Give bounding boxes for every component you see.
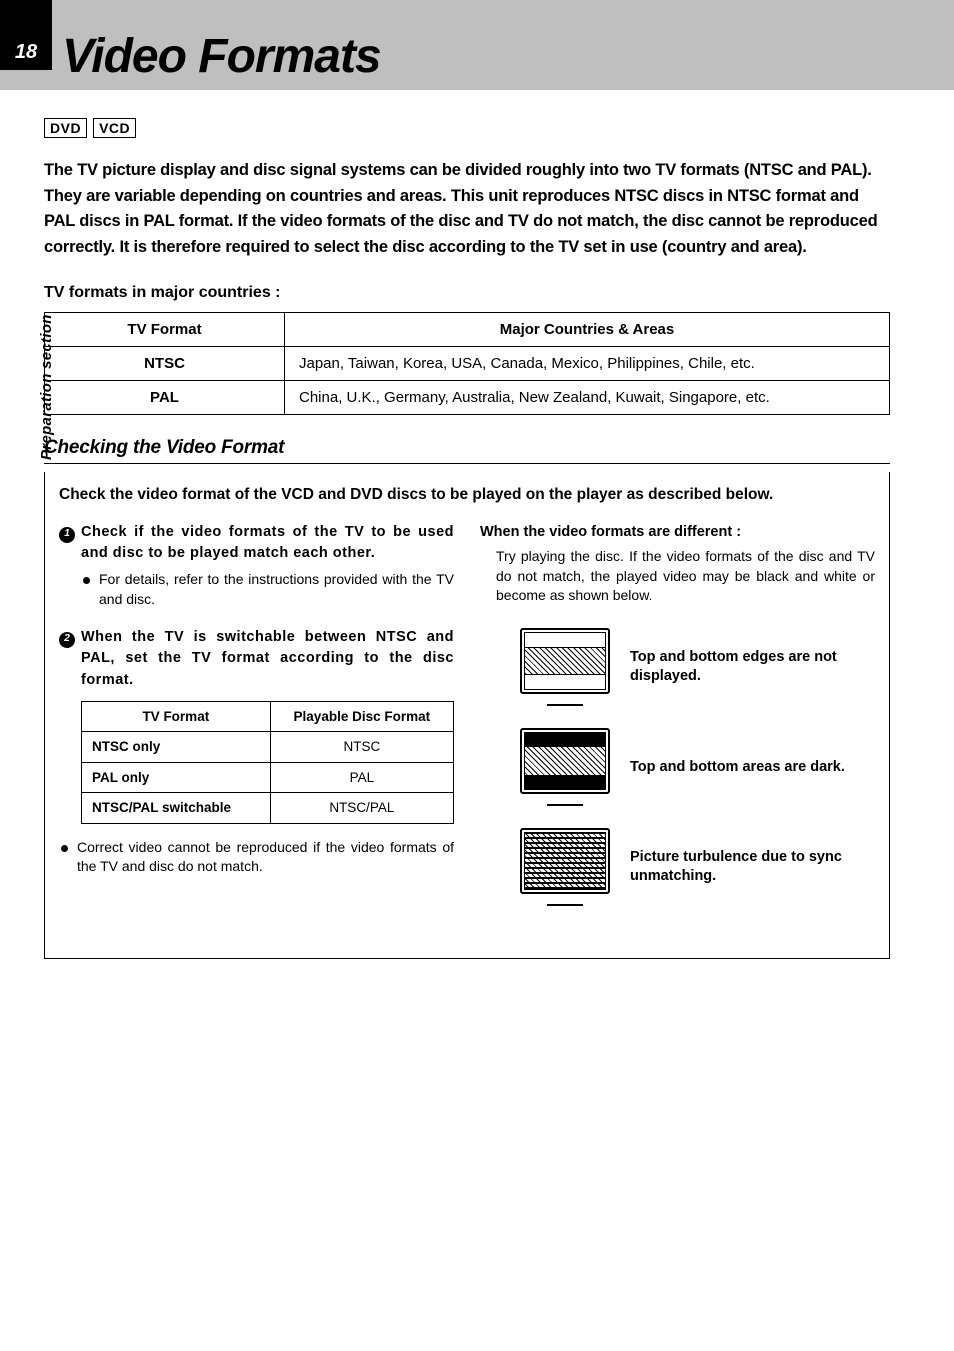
- step-1: 1 Check if the video formats of the TV t…: [59, 522, 454, 617]
- col-header: TV Format: [82, 701, 271, 732]
- playable-table: TV Format Playable Disc Format NTSC only…: [81, 701, 454, 824]
- intro-paragraph: The TV picture display and disc signal s…: [44, 158, 890, 260]
- bullet-text: Correct video cannot be reproduced if th…: [77, 838, 454, 877]
- step-title: When the TV is switchable between NTSC a…: [81, 627, 454, 690]
- section-heading: Checking the Video Format: [44, 437, 890, 464]
- content: DVD VCD The TV picture display and disc …: [0, 90, 954, 959]
- header-band: 18 Video Formats: [0, 0, 954, 90]
- tv-icon: [520, 728, 610, 806]
- format-badges: DVD VCD: [44, 118, 890, 138]
- page-title: Video Formats: [26, 29, 381, 90]
- table-header-row: TV Format Playable Disc Format: [82, 701, 454, 732]
- cell-areas: China, U.K., Germany, Australia, New Zea…: [285, 381, 890, 415]
- cell-format: NTSC: [45, 347, 285, 381]
- symptom-row: Top and bottom edges are not displayed.: [480, 628, 875, 706]
- table-row: NTSC Japan, Taiwan, Korea, USA, Canada, …: [45, 347, 890, 381]
- right-heading: When the video formats are different :: [480, 522, 875, 543]
- left-column: 1 Check if the video formats of the TV t…: [59, 522, 454, 928]
- formats-heading: TV formats in major countries :: [44, 284, 890, 302]
- formats-table: TV Format Major Countries & Areas NTSC J…: [44, 312, 890, 415]
- cell-tv: NTSC/PAL switchable: [82, 793, 271, 824]
- badge-vcd: VCD: [93, 118, 136, 138]
- bullet: Correct video cannot be reproduced if th…: [59, 838, 454, 877]
- tv-icon: [520, 828, 610, 906]
- checking-box: Check the video format of the VCD and DV…: [44, 472, 890, 959]
- cell-disc: NTSC: [270, 732, 453, 763]
- bullet-icon: [81, 570, 99, 609]
- step-2: 2 When the TV is switchable between NTSC…: [59, 627, 454, 884]
- col-header: Major Countries & Areas: [285, 313, 890, 347]
- page-number: 18: [0, 0, 52, 70]
- table-header-row: TV Format Major Countries & Areas: [45, 313, 890, 347]
- table-row: PAL China, U.K., Germany, Australia, New…: [45, 381, 890, 415]
- section-lead: Check the video format of the VCD and DV…: [59, 486, 875, 504]
- badge-dvd: DVD: [44, 118, 87, 138]
- symptom-caption: Picture turbulence due to sync unmatchin…: [630, 848, 875, 886]
- cell-disc: NTSC/PAL: [270, 793, 453, 824]
- symptom-row: Picture turbulence due to sync unmatchin…: [480, 828, 875, 906]
- col-header: Playable Disc Format: [270, 701, 453, 732]
- symptom-row: Top and bottom areas are dark.: [480, 728, 875, 806]
- table-row: PAL only PAL: [82, 762, 454, 793]
- bullet: For details, refer to the instructions p…: [81, 570, 454, 609]
- columns: 1 Check if the video formats of the TV t…: [59, 522, 875, 928]
- col-header: TV Format: [45, 313, 285, 347]
- cell-disc: PAL: [270, 762, 453, 793]
- cell-areas: Japan, Taiwan, Korea, USA, Canada, Mexic…: [285, 347, 890, 381]
- tv-icon: [520, 628, 610, 706]
- page: 18 Video Formats Preparation section DVD…: [0, 0, 954, 1351]
- cell-tv: PAL only: [82, 762, 271, 793]
- bullet-text: For details, refer to the instructions p…: [99, 570, 454, 609]
- symptom-caption: Top and bottom areas are dark.: [630, 758, 845, 777]
- table-row: NTSC/PAL switchable NTSC/PAL: [82, 793, 454, 824]
- symptom-caption: Top and bottom edges are not displayed.: [630, 648, 875, 686]
- bullet-icon: [59, 838, 77, 877]
- step-number-icon: 1: [59, 522, 81, 617]
- cell-tv: NTSC only: [82, 732, 271, 763]
- right-paragraph: Try playing the disc. If the video forma…: [480, 547, 875, 606]
- section-tab-label: Preparation section: [38, 314, 55, 460]
- right-column: When the video formats are different : T…: [480, 522, 875, 928]
- cell-format: PAL: [45, 381, 285, 415]
- step-title: Check if the video formats of the TV to …: [81, 522, 454, 564]
- table-row: NTSC only NTSC: [82, 732, 454, 763]
